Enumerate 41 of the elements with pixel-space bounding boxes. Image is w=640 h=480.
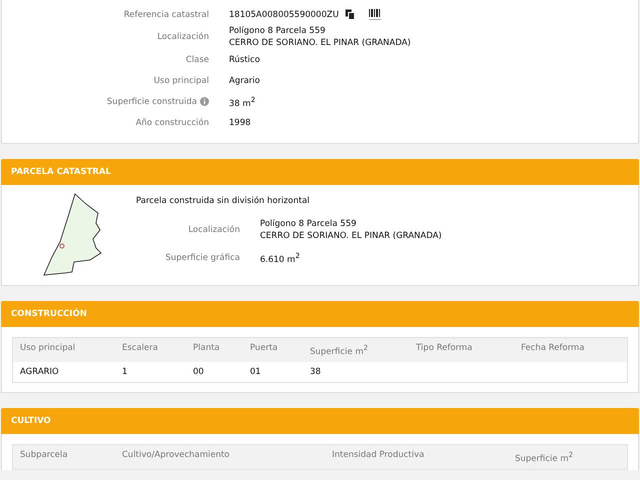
copy-icon[interactable] (344, 9, 355, 20)
column-header: Tipo Reforma (409, 338, 514, 362)
column-header: Escalera (115, 338, 186, 362)
parcel-description: Parcela construida sin división horizontal (136, 196, 311, 206)
field-label: Uso principal (154, 76, 209, 86)
table-cell: 00 (193, 366, 204, 377)
section-header: CULTIVO (1, 408, 639, 434)
column-header: Intensidad Productiva (325, 444, 508, 469)
section-header: PARCELA CATASTRAL (1, 159, 639, 185)
field-label: Referencia catastral (124, 10, 209, 20)
field-label: Clase (186, 54, 209, 64)
field-value: 18105A008005590000ZU (229, 8, 339, 20)
field-label: Año construcción (136, 118, 209, 128)
field-value: Polígono 8 Parcela 559 (260, 218, 358, 230)
column-header: Subparcela (13, 444, 115, 469)
field-value: 1998 (229, 116, 251, 128)
field-value: 38 m$^{2}$ (229, 94, 256, 110)
table-cell: 38 (310, 366, 321, 377)
column-header: Superficie m$^{2}$ (508, 444, 627, 469)
field-value: Rústico (229, 54, 260, 66)
section-header: CONSTRUCCIÓN (1, 301, 639, 327)
field-label: Superficie gráfica (165, 253, 240, 263)
field-value: 6.610 m$^{2}$ (260, 250, 300, 266)
barcode-icon[interactable] (368, 8, 381, 20)
field-value: Agrario (229, 74, 260, 86)
column-header: Uso principal (13, 338, 115, 362)
column-header: Planta (186, 338, 243, 362)
field-value: Polígono 8 Parcela 559 (229, 25, 326, 37)
field-label: Localización (157, 32, 209, 42)
table-cell: 1 (122, 366, 128, 377)
field-label: Superficie construida (106, 96, 197, 106)
column-header: Fecha Reforma (514, 338, 627, 362)
table-cell: AGRARIO (20, 366, 59, 377)
field-value: CERRO DE SORIANO. EL PINAR (GRANADA) (229, 37, 411, 49)
column-header: Cultivo/Aprovechamiento (115, 444, 325, 469)
info-icon[interactable] (200, 97, 209, 106)
field-value: CERRO DE SORIANO. EL PINAR (GRANADA) (260, 230, 442, 242)
table-cell: 01 (250, 366, 261, 377)
column-header: Superficie m$^{2}$ (303, 338, 409, 362)
field-label: Localización (188, 225, 240, 235)
column-header: Puerta (243, 338, 303, 362)
